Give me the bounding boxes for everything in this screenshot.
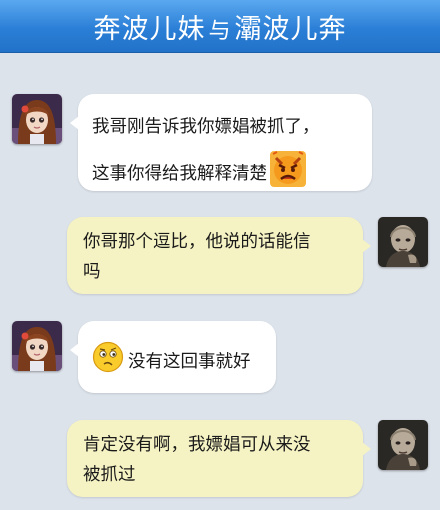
message-text-line: 没有这回事就好: [128, 352, 251, 372]
bubble-tail: [362, 239, 371, 253]
bald-man-avatar[interactable]: [378, 217, 428, 267]
bubble-tail: [362, 442, 371, 456]
girl-avatar[interactable]: [12, 321, 62, 371]
message-bubble-incoming[interactable]: 没有这回事就好: [70, 321, 276, 393]
message-bubble-outgoing[interactable]: 肯定没有啊，我嫖娼可从来没 被抓过: [67, 420, 371, 497]
bubble-tail: [70, 116, 79, 130]
chat-header: 奔波儿妹与灞波儿奔: [0, 0, 440, 53]
message-bubble-outgoing[interactable]: 你哥那个逗比，他说的话能信 吗: [67, 217, 371, 294]
title-separator: 与: [208, 18, 232, 44]
chat-title: 奔波儿妹与灞波儿奔: [93, 7, 346, 46]
message-text-line: 你哥那个逗比，他说的话能信: [83, 232, 311, 252]
girl-avatar[interactable]: [12, 94, 62, 144]
message-text-line: 肯定没有啊，我嫖娼可从来没: [83, 435, 311, 455]
angry-face-icon: [269, 150, 307, 198]
bald-man-avatar[interactable]: [378, 420, 428, 470]
message-bubble-incoming[interactable]: 我哥刚告诉我你嫖娼被抓了， 这事你得给我解释清楚: [70, 94, 372, 191]
confused-face-icon: [92, 341, 124, 383]
message-text-line: 被抓过: [83, 465, 136, 485]
message-text-line: 我哥刚告诉我你嫖娼被抓了，: [92, 117, 320, 137]
message-text-line: 这事你得给我解释清楚: [92, 164, 267, 184]
title-right-name: 灞波儿奔: [234, 13, 347, 45]
title-left-name: 奔波儿妹: [93, 13, 206, 45]
message-text-line: 吗: [83, 262, 101, 282]
bubble-tail: [70, 343, 79, 357]
